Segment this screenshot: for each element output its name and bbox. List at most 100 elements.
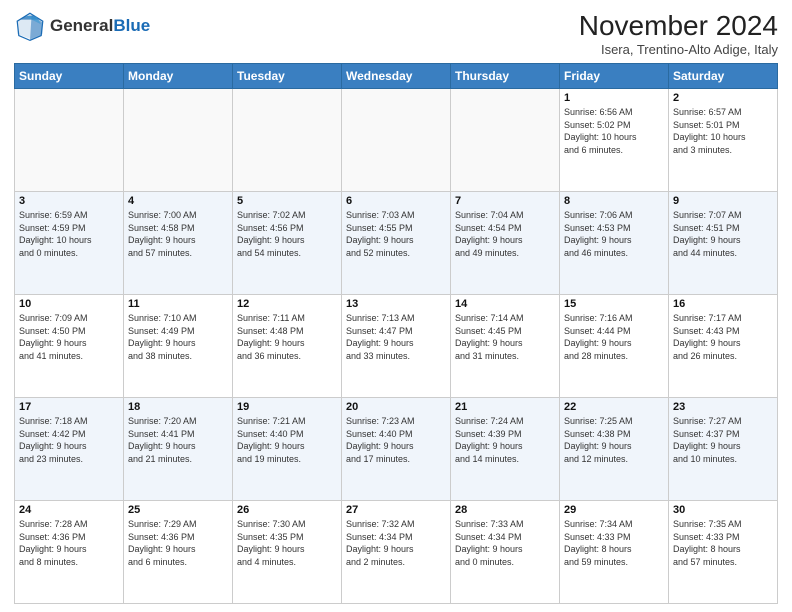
calendar-cell: 25Sunrise: 7:29 AM Sunset: 4:36 PM Dayli… <box>124 501 233 604</box>
day-number: 18 <box>128 401 228 413</box>
day-number: 27 <box>346 504 446 516</box>
day-info: Sunrise: 7:21 AM Sunset: 4:40 PM Dayligh… <box>237 415 337 465</box>
day-number: 14 <box>455 298 555 310</box>
calendar-cell: 30 Sunrise: 7:35 AM Sunset: 4:33 PM Dayli… <box>669 501 778 604</box>
day-number: 5 <box>237 195 337 207</box>
day-number: 26 <box>237 504 337 516</box>
logo-blue: Blue <box>113 16 150 35</box>
day-number: 25 <box>128 504 228 516</box>
calendar-cell: 28Sunrise: 7:33 AM Sunset: 4:34 PM Dayli… <box>451 501 560 604</box>
logo-icon <box>14 10 46 42</box>
day-number: 3 <box>19 195 119 207</box>
calendar-cell: 15Sunrise: 7:16 AM Sunset: 4:44 PM Dayli… <box>560 295 669 398</box>
day-number: 12 <box>237 298 337 310</box>
day-number: 7 <box>455 195 555 207</box>
day-info: Sunrise: 7:14 AM Sunset: 4:45 PM Dayligh… <box>455 312 555 362</box>
calendar-cell: 12 Sunrise: 7:11 AM Sunset: 4:48 PM Dayli… <box>233 295 342 398</box>
calendar-cell: 16 Sunrise: 7:17 AM Sunset: 4:43 PM Dayli… <box>669 295 778 398</box>
day-info: Sunrise: 7:24 AM Sunset: 4:39 PM Dayligh… <box>455 415 555 465</box>
calendar-cell <box>451 89 560 192</box>
calendar-day-header: Thursday <box>451 64 560 89</box>
header: GeneralBlue November 2024 Isera, Trentin… <box>14 10 778 57</box>
calendar-cell: 13 Sunrise: 7:13 AM Sunset: 4:47 PM Dayli… <box>342 295 451 398</box>
calendar-header-row: SundayMondayTuesdayWednesdayThursdayFrid… <box>15 64 778 89</box>
day-info: Sunrise: 7:23 AM Sunset: 4:40 PM Dayligh… <box>346 415 446 465</box>
calendar-cell: 29 Sunrise: 7:34 AM Sunset: 4:33 PM Dayli… <box>560 501 669 604</box>
day-info: Sunrise: 7:30 AM Sunset: 4:35 PM Dayligh… <box>237 518 337 568</box>
day-number: 2 <box>673 92 773 104</box>
calendar-cell: 9Sunrise: 7:07 AM Sunset: 4:51 PM Daylig… <box>669 192 778 295</box>
calendar-cell <box>124 89 233 192</box>
calendar-week-row: 1Sunrise: 6:56 AM Sunset: 5:02 PM Daylig… <box>15 89 778 192</box>
calendar-cell: 11Sunrise: 7:10 AM Sunset: 4:49 PM Dayli… <box>124 295 233 398</box>
calendar-cell: 4Sunrise: 7:00 AM Sunset: 4:58 PM Daylig… <box>124 192 233 295</box>
day-number: 4 <box>128 195 228 207</box>
calendar-cell: 27 Sunrise: 7:32 AM Sunset: 4:34 PM Dayli… <box>342 501 451 604</box>
subtitle: Isera, Trentino-Alto Adige, Italy <box>579 42 778 57</box>
day-info: Sunrise: 7:03 AM Sunset: 4:55 PM Dayligh… <box>346 209 446 259</box>
calendar-cell: 2Sunrise: 6:57 AM Sunset: 5:01 PM Daylig… <box>669 89 778 192</box>
calendar-week-row: 24 Sunrise: 7:28 AM Sunset: 4:36 PM Dayli… <box>15 501 778 604</box>
calendar-day-header: Wednesday <box>342 64 451 89</box>
calendar-cell: 23 Sunrise: 7:27 AM Sunset: 4:37 PM Dayli… <box>669 398 778 501</box>
calendar-cell: 6 Sunrise: 7:03 AM Sunset: 4:55 PM Daylig… <box>342 192 451 295</box>
calendar-day-header: Friday <box>560 64 669 89</box>
logo-general: General <box>50 16 113 35</box>
calendar-cell: 21 Sunrise: 7:24 AM Sunset: 4:39 PM Dayli… <box>451 398 560 501</box>
calendar-week-row: 17Sunrise: 7:18 AM Sunset: 4:42 PM Dayli… <box>15 398 778 501</box>
logo-text: GeneralBlue <box>50 17 150 36</box>
day-info: Sunrise: 7:04 AM Sunset: 4:54 PM Dayligh… <box>455 209 555 259</box>
calendar-cell <box>15 89 124 192</box>
day-info: Sunrise: 7:35 AM Sunset: 4:33 PM Dayligh… <box>673 518 773 568</box>
calendar-table: SundayMondayTuesdayWednesdayThursdayFrid… <box>14 63 778 604</box>
day-info: Sunrise: 7:33 AM Sunset: 4:34 PM Dayligh… <box>455 518 555 568</box>
day-info: Sunrise: 7:11 AM Sunset: 4:48 PM Dayligh… <box>237 312 337 362</box>
day-info: Sunrise: 7:02 AM Sunset: 4:56 PM Dayligh… <box>237 209 337 259</box>
day-info: Sunrise: 7:20 AM Sunset: 4:41 PM Dayligh… <box>128 415 228 465</box>
calendar-week-row: 3Sunrise: 6:59 AM Sunset: 4:59 PM Daylig… <box>15 192 778 295</box>
day-info: Sunrise: 7:32 AM Sunset: 4:34 PM Dayligh… <box>346 518 446 568</box>
day-info: Sunrise: 7:13 AM Sunset: 4:47 PM Dayligh… <box>346 312 446 362</box>
calendar-week-row: 10 Sunrise: 7:09 AM Sunset: 4:50 PM Dayli… <box>15 295 778 398</box>
calendar-cell: 5 Sunrise: 7:02 AM Sunset: 4:56 PM Daylig… <box>233 192 342 295</box>
calendar-cell: 20Sunrise: 7:23 AM Sunset: 4:40 PM Dayli… <box>342 398 451 501</box>
month-title: November 2024 <box>579 10 778 42</box>
day-number: 1 <box>564 92 664 104</box>
day-number: 30 <box>673 504 773 516</box>
day-number: 22 <box>564 401 664 413</box>
day-number: 24 <box>19 504 119 516</box>
calendar-day-header: Sunday <box>15 64 124 89</box>
day-number: 29 <box>564 504 664 516</box>
day-info: Sunrise: 7:17 AM Sunset: 4:43 PM Dayligh… <box>673 312 773 362</box>
day-info: Sunrise: 7:28 AM Sunset: 4:36 PM Dayligh… <box>19 518 119 568</box>
day-info: Sunrise: 7:07 AM Sunset: 4:51 PM Dayligh… <box>673 209 773 259</box>
calendar-day-header: Saturday <box>669 64 778 89</box>
day-number: 23 <box>673 401 773 413</box>
day-number: 10 <box>19 298 119 310</box>
day-info: Sunrise: 7:34 AM Sunset: 4:33 PM Dayligh… <box>564 518 664 568</box>
calendar-day-header: Monday <box>124 64 233 89</box>
calendar-cell: 19Sunrise: 7:21 AM Sunset: 4:40 PM Dayli… <box>233 398 342 501</box>
calendar-cell: 26 Sunrise: 7:30 AM Sunset: 4:35 PM Dayli… <box>233 501 342 604</box>
calendar-cell: 3Sunrise: 6:59 AM Sunset: 4:59 PM Daylig… <box>15 192 124 295</box>
day-info: Sunrise: 7:09 AM Sunset: 4:50 PM Dayligh… <box>19 312 119 362</box>
page: GeneralBlue November 2024 Isera, Trentin… <box>0 0 792 612</box>
calendar-cell: 24 Sunrise: 7:28 AM Sunset: 4:36 PM Dayli… <box>15 501 124 604</box>
day-number: 6 <box>346 195 446 207</box>
calendar-day-header: Tuesday <box>233 64 342 89</box>
day-number: 16 <box>673 298 773 310</box>
calendar-cell: 10 Sunrise: 7:09 AM Sunset: 4:50 PM Dayli… <box>15 295 124 398</box>
calendar-cell: 18 Sunrise: 7:20 AM Sunset: 4:41 PM Dayli… <box>124 398 233 501</box>
day-info: Sunrise: 7:18 AM Sunset: 4:42 PM Dayligh… <box>19 415 119 465</box>
calendar-cell: 14 Sunrise: 7:14 AM Sunset: 4:45 PM Dayli… <box>451 295 560 398</box>
day-info: Sunrise: 7:25 AM Sunset: 4:38 PM Dayligh… <box>564 415 664 465</box>
day-number: 13 <box>346 298 446 310</box>
day-number: 21 <box>455 401 555 413</box>
calendar-cell <box>342 89 451 192</box>
calendar-cell: 17Sunrise: 7:18 AM Sunset: 4:42 PM Dayli… <box>15 398 124 501</box>
day-number: 15 <box>564 298 664 310</box>
title-section: November 2024 Isera, Trentino-Alto Adige… <box>579 10 778 57</box>
day-number: 11 <box>128 298 228 310</box>
day-info: Sunrise: 7:27 AM Sunset: 4:37 PM Dayligh… <box>673 415 773 465</box>
calendar-cell: 8Sunrise: 7:06 AM Sunset: 4:53 PM Daylig… <box>560 192 669 295</box>
